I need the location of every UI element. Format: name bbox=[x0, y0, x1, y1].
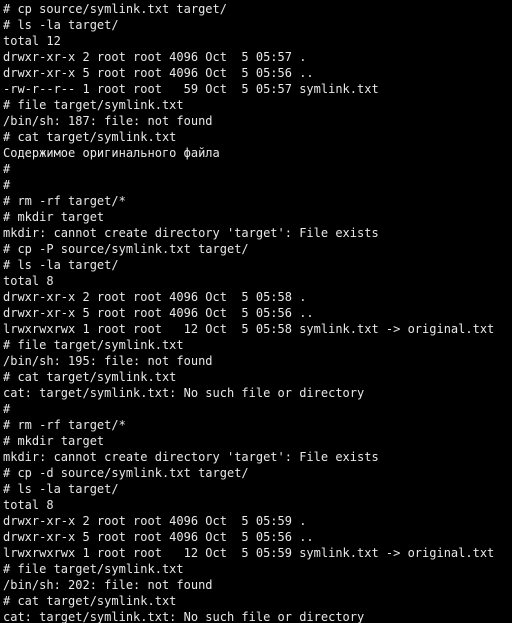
terminal-line: # cp -d source/symlink.txt target/ bbox=[3, 466, 249, 480]
terminal-line: /bin/sh: 195: file: not found bbox=[3, 354, 213, 368]
terminal-line: # cp -P source/symlink.txt target/ bbox=[3, 242, 249, 256]
terminal-line: lrwxrwxrwx 1 root root 12 Oct 5 05:59 sy… bbox=[3, 546, 495, 560]
terminal-line: # bbox=[3, 178, 11, 192]
terminal-line: # mkdir target bbox=[3, 210, 105, 224]
terminal-line: # file target/symlink.txt bbox=[3, 98, 184, 112]
terminal-line: drwxr-xr-x 2 root root 4096 Oct 5 05:57 … bbox=[3, 50, 307, 64]
terminal-line: drwxr-xr-x 5 root root 4096 Oct 5 05:56 … bbox=[3, 306, 314, 320]
terminal-line: # cat target/symlink.txt bbox=[3, 594, 177, 608]
terminal-line: -rw-r--r-- 1 root root 59 Oct 5 05:57 sy… bbox=[3, 82, 379, 96]
terminal-line: cat: target/symlink.txt: No such file or… bbox=[3, 386, 365, 400]
terminal-line: total 8 bbox=[3, 498, 54, 512]
terminal-line: # file target/symlink.txt bbox=[3, 338, 184, 352]
terminal-line: lrwxrwxrwx 1 root root 12 Oct 5 05:58 sy… bbox=[3, 322, 495, 336]
terminal-line: drwxr-xr-x 2 root root 4096 Oct 5 05:59 … bbox=[3, 514, 307, 528]
terminal-line: # cat target/symlink.txt bbox=[3, 130, 177, 144]
terminal-line: total 8 bbox=[3, 274, 54, 288]
terminal-line: Содержимое оригинального файла bbox=[3, 146, 220, 160]
terminal-line: cat: target/symlink.txt: No such file or… bbox=[3, 610, 365, 623]
terminal-line: drwxr-xr-x 5 root root 4096 Oct 5 05:56 … bbox=[3, 530, 314, 544]
terminal-line: # file target/symlink.txt bbox=[3, 562, 184, 576]
terminal-line: total 12 bbox=[3, 34, 61, 48]
terminal-line: # bbox=[3, 402, 11, 416]
terminal-line: # bbox=[3, 162, 11, 176]
terminal-line: # mkdir target bbox=[3, 434, 105, 448]
terminal-line: # rm -rf target/* bbox=[3, 194, 126, 208]
terminal-line: # ls -la target/ bbox=[3, 18, 119, 32]
terminal-line: /bin/sh: 187: file: not found bbox=[3, 114, 213, 128]
terminal-line: # ls -la target/ bbox=[3, 482, 119, 496]
terminal-line: # ls -la target/ bbox=[3, 258, 119, 272]
terminal-line: # rm -rf target/* bbox=[3, 418, 126, 432]
terminal-line: drwxr-xr-x 2 root root 4096 Oct 5 05:58 … bbox=[3, 290, 307, 304]
terminal-output[interactable]: # cp source/symlink.txt target/ # ls -la… bbox=[0, 0, 512, 623]
terminal-line: mkdir: cannot create directory 'target':… bbox=[3, 450, 379, 464]
terminal-line: drwxr-xr-x 5 root root 4096 Oct 5 05:56 … bbox=[3, 66, 314, 80]
terminal-line: # cat target/symlink.txt bbox=[3, 370, 177, 384]
terminal-line: # cp source/symlink.txt target/ bbox=[3, 2, 227, 16]
terminal-line: /bin/sh: 202: file: not found bbox=[3, 578, 213, 592]
terminal-line: mkdir: cannot create directory 'target':… bbox=[3, 226, 379, 240]
